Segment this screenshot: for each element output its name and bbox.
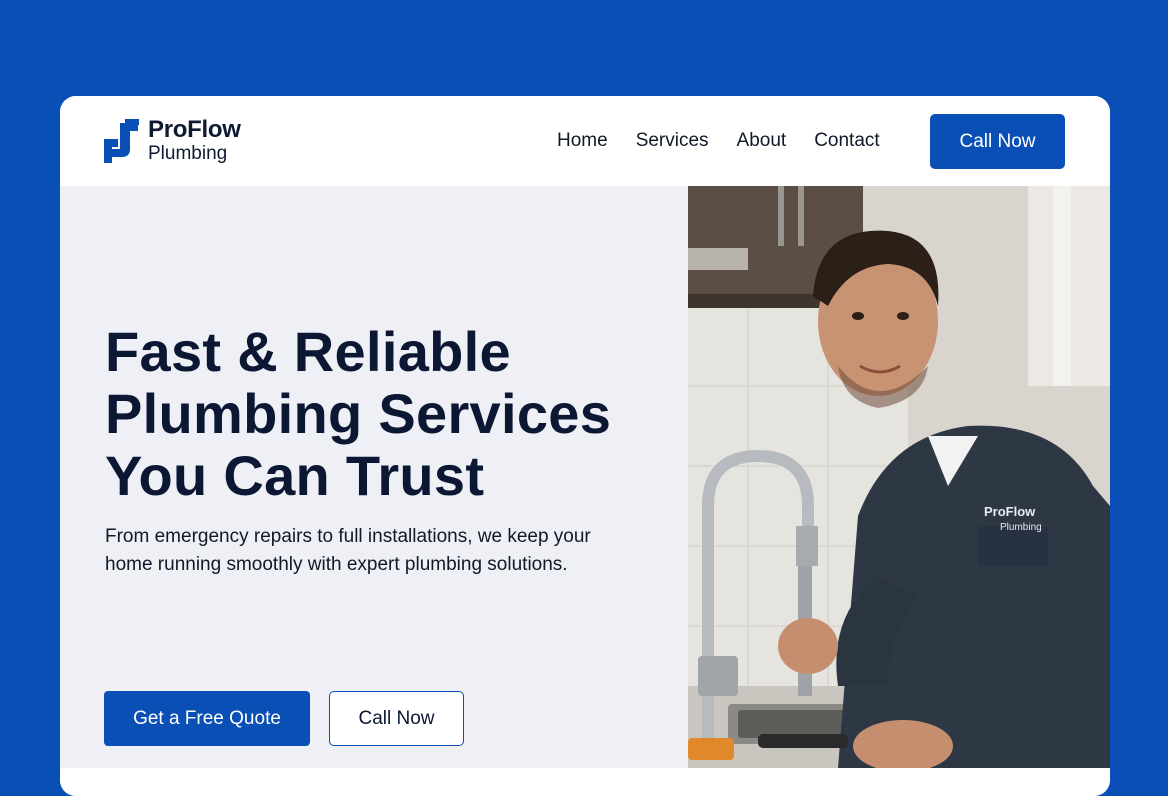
nav-link-services[interactable]: Services <box>636 130 709 152</box>
nav-link-home[interactable]: Home <box>557 130 608 152</box>
get-free-quote-button[interactable]: Get a Free Quote <box>104 691 310 746</box>
brand-wordmark: ProFlow Plumbing <box>148 116 241 164</box>
brand-tagline: Plumbing <box>148 143 228 164</box>
hero-headline-line-1: Fast & Reliable <box>105 320 511 383</box>
brand-name: ProFlow <box>148 116 241 143</box>
content-strip <box>60 768 1110 796</box>
hero-headline-line-3: You Can Trust <box>105 444 485 507</box>
hero-headline-line-2: Plumbing Services <box>105 382 612 445</box>
nav-link-contact[interactable]: Contact <box>814 130 879 152</box>
nav-link-about[interactable]: About <box>737 130 787 152</box>
main-menu: Home Services About Contact <box>557 130 880 152</box>
website-card: ProFlow Plumbing Home Services About Con… <box>60 96 1110 796</box>
call-now-hero-button[interactable]: Call Now <box>329 691 464 746</box>
call-now-header-button[interactable]: Call Now <box>930 114 1065 169</box>
hero-subtitle-line-1: From emergency repairs to full installat… <box>105 526 591 547</box>
uniform-logo-name: ProFlow <box>984 504 1036 519</box>
plumber-at-sink-illustration: ProFlow Plumbing <box>688 186 1110 768</box>
hero-subtitle: From emergency repairs to full installat… <box>105 523 665 579</box>
pipe-logo-icon <box>104 119 139 163</box>
hero-section: Fast & Reliable Plumbing Services You Ca… <box>60 186 688 796</box>
hero-headline: Fast & Reliable Plumbing Services You Ca… <box>105 321 665 507</box>
hero-subtitle-line-2: home running smoothly with expert plumbi… <box>105 554 568 575</box>
plumber-photo: ProFlow Plumbing <box>688 186 1110 768</box>
uniform-logo-sub: Plumbing <box>1000 522 1042 533</box>
top-navigation: ProFlow Plumbing Home Services About Con… <box>60 96 1110 186</box>
